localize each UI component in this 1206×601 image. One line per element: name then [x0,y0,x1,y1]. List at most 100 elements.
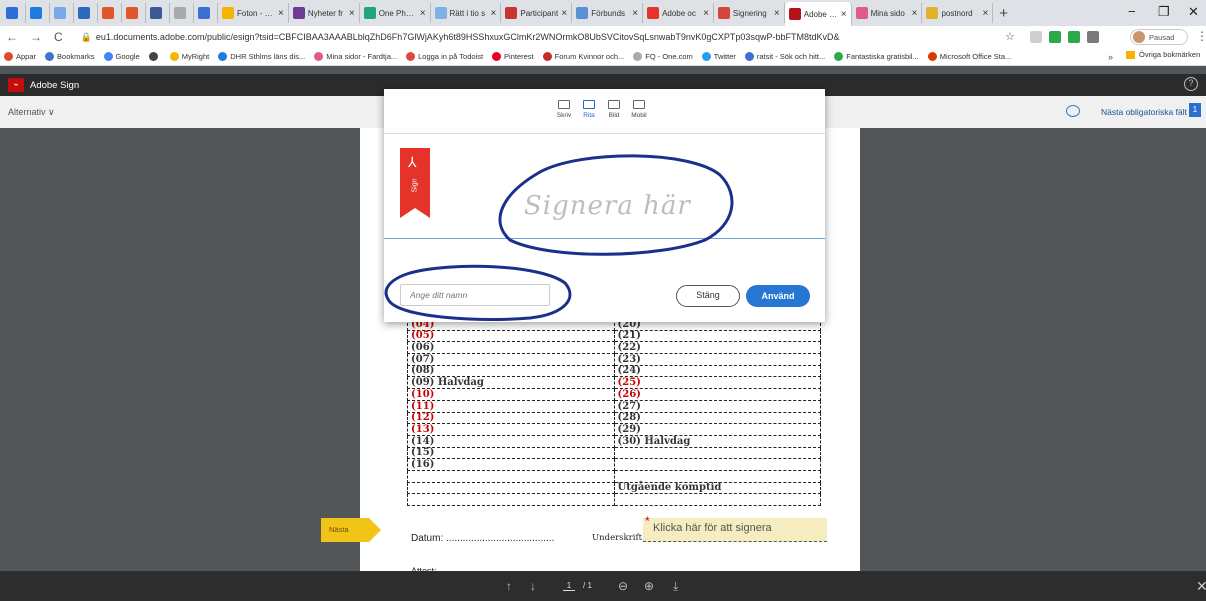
table-row: (12) (28) [407,411,821,425]
day-cell: (28) [613,411,821,425]
next-required-field-link[interactable]: Nästa obligatoriska fält [1101,107,1187,117]
browser-tab[interactable]: Nyheter fr × [289,3,360,23]
bookmark-item[interactable]: Google [103,52,140,61]
browser-tab[interactable]: Adobe Sig × [784,2,852,26]
tab-favicon-icon [54,7,66,19]
tab-close-icon[interactable]: × [774,8,780,19]
tab-favicon-icon [198,7,210,19]
options-menu[interactable]: Alternativ ∨ [8,107,55,118]
browser-tab[interactable]: Foton - Go × [218,3,289,23]
browser-tab[interactable]: Förbunds × [572,3,644,23]
tab-favicon-icon [292,7,305,19]
required-marker: * [645,514,650,528]
day-cell: (07) [407,353,615,366]
tab-mobil[interactable]: Mobil [629,100,649,119]
bookmark-star-icon[interactable]: ☆ [1005,30,1015,43]
bookmark-item[interactable]: Twitter [701,52,736,61]
table-row: (16) [407,458,821,471]
extension-icon[interactable] [1049,31,1061,43]
bookmark-item[interactable]: ratsit - Sök och hitt... [744,52,825,61]
signature-dialog: Skriv Rita Bild Mobil ⅄ Sign Signera här… [384,89,825,322]
bookmark-item[interactable]: Mina sidor - Fardtja... [314,52,397,61]
reload-icon[interactable]: C [54,30,63,44]
url-field[interactable]: 🔒 eu1.documents.adobe.com/public/esign?ts… [81,32,840,43]
back-icon[interactable]: ← [6,30,18,44]
bookmark-label: Bookmarks [57,52,95,61]
browser-tab[interactable] [2,3,26,23]
browser-tab[interactable]: Rätt i tio s × [431,3,502,23]
bookmark-item[interactable]: MyRight [169,52,209,61]
previous-page-icon[interactable]: ↑ [506,579,512,593]
tab-close-icon[interactable]: × [703,8,709,19]
bookmark-label: Pinterest [504,52,534,61]
zoom-out-icon[interactable]: ⊖ [618,579,628,593]
profile-status: Pausad [1149,32,1175,42]
tab-skriv[interactable]: Skriv [554,100,574,119]
apply-button[interactable]: Använd [746,285,810,307]
tab-rita[interactable]: Rita [579,100,599,119]
next-field-arrow[interactable]: Nästa [321,518,381,542]
bookmark-item[interactable]: Bookmarks [45,52,95,61]
bookmark-item[interactable]: Appar [4,52,36,61]
tab-close-icon[interactable]: × [632,8,638,19]
tab-close-icon[interactable]: × [349,8,355,19]
bookmark-item[interactable]: DHR Sthlms läns dis... [218,52,305,61]
tab-close-icon[interactable]: × [561,8,567,19]
extension-icon[interactable] [1087,31,1099,43]
other-bookmarks[interactable]: Övriga bokmärken [1126,50,1200,59]
bookmark-item[interactable]: Forum Kvinnor och... [542,52,624,61]
close-button[interactable]: Stäng [676,285,740,307]
browser-tab[interactable] [50,3,74,23]
profile-button[interactable]: Pausad [1130,29,1188,45]
tab-favicon-icon [647,7,660,19]
bookmark-item[interactable]: Pinterest [492,52,534,61]
page-number-input[interactable]: 1 [563,581,575,591]
browser-tab[interactable] [194,3,218,23]
window-close-icon[interactable]: ✕ [1188,4,1199,20]
close-document-icon[interactable]: ✕ [1196,578,1206,595]
tab-close-icon[interactable]: × [841,9,847,20]
browser-tab[interactable] [170,3,194,23]
bookmarks-overflow-icon[interactable]: » [1108,52,1113,62]
bookmark-item[interactable]: Fantastiska gratisbil... [834,52,919,61]
browser-tab[interactable]: One Photo × [360,3,431,23]
bookmark-item[interactable]: Logga in på Todoist [406,52,483,61]
tab-close-icon[interactable]: × [491,8,497,19]
tab-close-icon[interactable]: × [420,8,426,19]
browser-tab[interactable] [26,3,50,23]
minimize-icon[interactable]: − [1128,4,1136,19]
signature-field[interactable]: Klicka här för att signera [643,518,827,542]
browser-tab[interactable] [146,3,170,23]
browser-tab[interactable]: Mina sido × [852,3,923,23]
extension-icon[interactable] [1068,31,1080,43]
browser-tab[interactable]: Signering × [714,3,785,23]
help-icon[interactable]: ? [1184,77,1198,91]
page-total: / 1 [583,581,592,590]
browser-tab[interactable]: Participant × [501,3,573,23]
tab-close-icon[interactable]: × [912,8,918,19]
signature-draw-area[interactable]: ⅄ Sign Signera här [384,135,825,239]
browser-tab[interactable] [98,3,122,23]
browser-menu-icon[interactable]: ⋮ [1196,29,1206,43]
tab-close-icon[interactable]: × [982,8,988,19]
browser-tab[interactable] [74,3,98,23]
bookmark-item[interactable]: FQ - One.com [633,52,693,61]
download-icon[interactable]: ⤓ [673,579,678,594]
bookmark-item[interactable] [148,52,161,61]
bookmark-favicon-icon [744,52,754,61]
browser-tab[interactable]: postnord × [922,3,994,23]
next-page-icon[interactable]: ↓ [530,579,536,593]
maximize-icon[interactable]: ❐ [1158,4,1170,20]
forward-icon[interactable]: → [30,30,42,44]
name-input[interactable] [400,284,550,306]
browser-tab[interactable] [122,3,146,23]
bookmark-item[interactable]: Microsoft Office Sta... [927,52,1011,61]
zoom-in-icon[interactable]: ⊕ [644,579,654,593]
tab-close-icon[interactable]: × [278,8,284,19]
tab-bild[interactable]: Bild [604,100,624,119]
chat-icon[interactable] [1066,105,1080,117]
tab-favicon-icon [788,8,801,20]
browser-tab[interactable]: Adobe oc × [643,3,714,23]
new-tab-button[interactable]: + [999,5,1008,22]
extension-icon[interactable] [1030,31,1042,43]
